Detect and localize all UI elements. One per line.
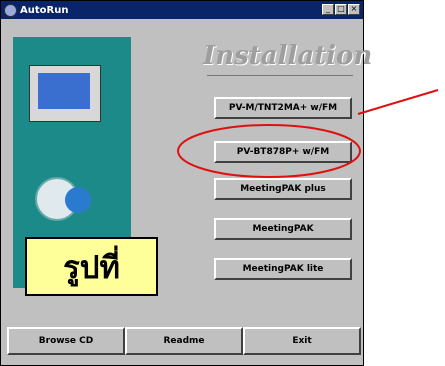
figure-label: รูปที่ <box>25 237 158 296</box>
highlight-ellipse <box>177 124 361 178</box>
annotation-overlay <box>177 89 439 178</box>
pointer-line <box>357 89 439 115</box>
